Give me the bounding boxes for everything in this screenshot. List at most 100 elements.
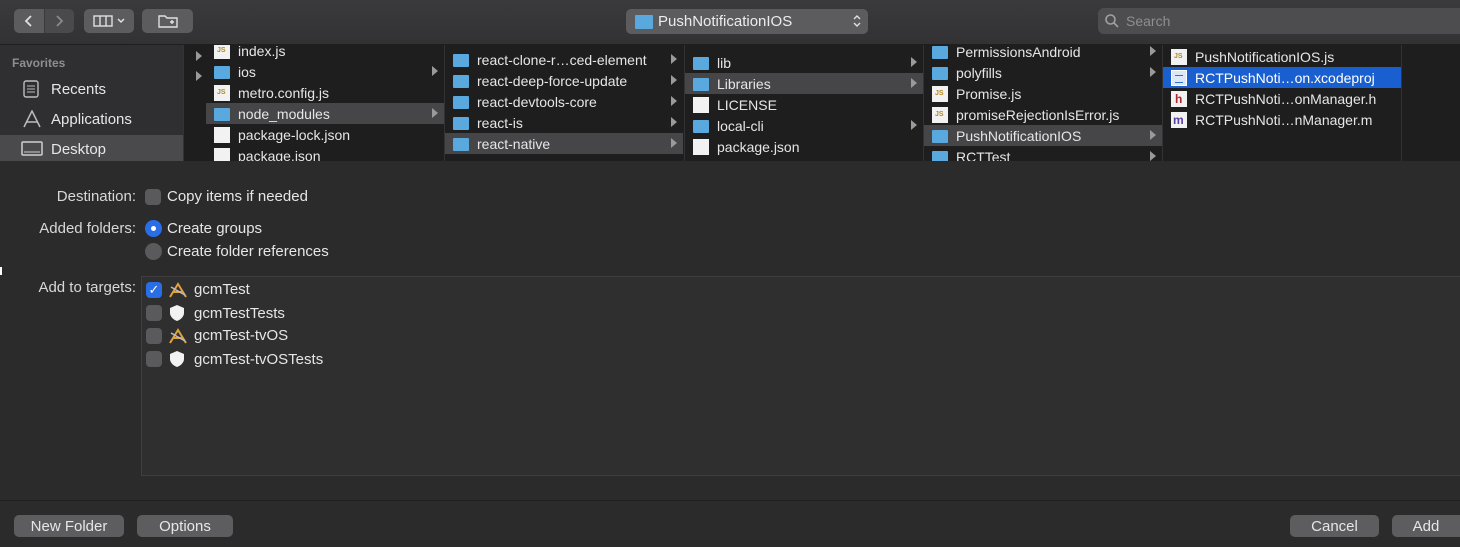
folder-icon [932, 130, 948, 143]
file-row[interactable]: promiseRejectionIsError.js [924, 104, 1162, 125]
targets-list: ✓ gcmTest gcmTestTests gcmTest-tvOS gcmT… [141, 276, 1460, 476]
file-row[interactable]: Libraries [685, 73, 923, 94]
cancel-button[interactable]: Cancel [1290, 515, 1379, 537]
forward-button[interactable] [43, 9, 74, 33]
file-name: react-is [477, 114, 523, 131]
search-input[interactable] [1126, 13, 1426, 29]
file-row[interactable]: package.json [685, 136, 923, 157]
target-row[interactable]: gcmTestTests [146, 304, 285, 322]
disclosure-arrow-icon [671, 117, 677, 127]
create-groups-option[interactable]: Create groups [145, 220, 262, 237]
js-file-icon [214, 84, 230, 101]
target-checkbox[interactable] [146, 305, 162, 321]
add-button[interactable]: Add [1392, 515, 1460, 537]
search-box[interactable] [1098, 8, 1460, 34]
file-name: react-devtools-core [477, 93, 597, 110]
file-row[interactable]: react-deep-force-update [445, 70, 683, 91]
applications-icon [23, 110, 41, 128]
xcodeproj-icon [1171, 69, 1187, 86]
file-row[interactable]: PermissionsAndroid [924, 45, 1162, 62]
disclosure-arrow-icon [671, 54, 677, 64]
chevron-down-icon [116, 18, 125, 24]
folder-icon [932, 67, 948, 80]
file-row[interactable]: index.js [206, 45, 444, 61]
file-row[interactable]: RCTPushNoti…on.xcodeproj [1163, 67, 1401, 88]
file-row[interactable]: node_modules [206, 103, 444, 124]
path-popup[interactable]: PushNotificationIOS [626, 9, 868, 34]
target-checkbox[interactable]: ✓ [146, 281, 162, 298]
added-folders-label: Added folders: [39, 220, 136, 237]
file-row[interactable]: LICENSE [685, 94, 923, 115]
sidebar-item-desktop[interactable]: Desktop [0, 135, 183, 161]
sidebar-item-recents[interactable]: Recents [0, 75, 183, 103]
file-name: react-clone-r…ced-element [477, 51, 647, 68]
view-mode-button[interactable] [84, 9, 134, 33]
browser-column-2: react-clone-r…ced-element react-deep-forc… [445, 45, 683, 161]
create-groups-radio[interactable] [145, 220, 162, 237]
file-name: Libraries [717, 75, 771, 92]
document-icon [214, 126, 230, 143]
folder-icon [453, 96, 469, 109]
file-row[interactable]: lib [685, 52, 923, 73]
file-row[interactable]: ios [206, 61, 444, 82]
browser-column-5: PushNotificationIOS.js RCTPushNoti…on.xco… [1163, 45, 1401, 161]
folder-references-label: Create folder references [167, 243, 329, 260]
file-name: PushNotificationIOS [956, 127, 1082, 144]
file-row[interactable]: PushNotificationIOS.js [1163, 46, 1401, 67]
disclosure-arrow-icon [432, 66, 438, 76]
target-label: gcmTest-tvOS [194, 327, 289, 344]
back-button[interactable] [14, 9, 44, 33]
copy-items-option[interactable]: Copy items if needed [145, 188, 308, 205]
file-row[interactable]: package.json [206, 145, 444, 161]
sidebar: Favorites Recents Applications Desktop [0, 45, 183, 161]
file-row[interactable]: RCTPushNoti…nManager.m [1163, 109, 1401, 130]
copy-items-checkbox[interactable] [145, 188, 161, 205]
folder-references-radio[interactable] [145, 243, 162, 260]
file-row[interactable]: react-is [445, 112, 683, 133]
target-row[interactable]: gcmTest-tvOSTests [146, 350, 323, 368]
disclosure-arrow-icon [1150, 67, 1156, 77]
header-file-icon [1171, 90, 1187, 107]
folder-references-option[interactable]: Create folder references [145, 243, 329, 260]
document-icon [693, 96, 709, 113]
file-row[interactable]: local-cli [685, 115, 923, 136]
file-name: metro.config.js [238, 84, 330, 101]
file-row[interactable]: metro.config.js [206, 82, 444, 103]
target-checkbox[interactable] [146, 351, 162, 367]
js-file-icon [214, 45, 230, 59]
file-row[interactable]: RCTTest [924, 146, 1162, 161]
file-name: package.json [238, 147, 321, 162]
file-row[interactable]: PushNotificationIOS [924, 125, 1162, 146]
file-row[interactable]: RCTPushNoti…onManager.h [1163, 88, 1401, 109]
column-view-icon [92, 15, 113, 27]
file-name: LICENSE [717, 96, 777, 113]
sidebar-item-applications[interactable]: Applications [0, 105, 183, 133]
file-row[interactable]: react-devtools-core [445, 91, 683, 112]
file-name: lib [717, 54, 732, 71]
file-row[interactable]: react-native [445, 133, 683, 154]
file-row[interactable]: react-clone-r…ced-element [445, 49, 683, 70]
target-checkbox[interactable] [146, 327, 162, 344]
file-name: PushNotificationIOS.js [1195, 48, 1335, 65]
folder-icon [214, 108, 230, 121]
target-row[interactable]: ✓ gcmTest [146, 281, 250, 298]
targets-label: Add to targets: [38, 279, 136, 296]
sidebar-item-label: Recents [51, 80, 107, 98]
target-row[interactable]: gcmTest-tvOS [146, 327, 288, 344]
file-row[interactable]: package-lock.json [206, 124, 444, 145]
file-name: RCTPushNoti…onManager.h [1195, 90, 1377, 107]
disclosure-arrow-icon [911, 78, 917, 88]
file-name: node_modules [238, 105, 330, 122]
target-label: gcmTest-tvOSTests [194, 350, 324, 368]
target-label: gcmTest [194, 281, 250, 298]
folder-icon [453, 54, 469, 67]
options-button[interactable]: Options [137, 515, 233, 537]
edge-marker [0, 267, 2, 275]
new-folder-toolbar-button[interactable] [142, 9, 193, 33]
document-icon [693, 138, 709, 155]
new-folder-button[interactable]: New Folder [14, 515, 124, 537]
chevron-right-icon [56, 15, 64, 27]
file-row[interactable]: Promise.js [924, 83, 1162, 104]
new-folder-icon [157, 15, 178, 28]
file-row[interactable]: polyfills [924, 62, 1162, 83]
